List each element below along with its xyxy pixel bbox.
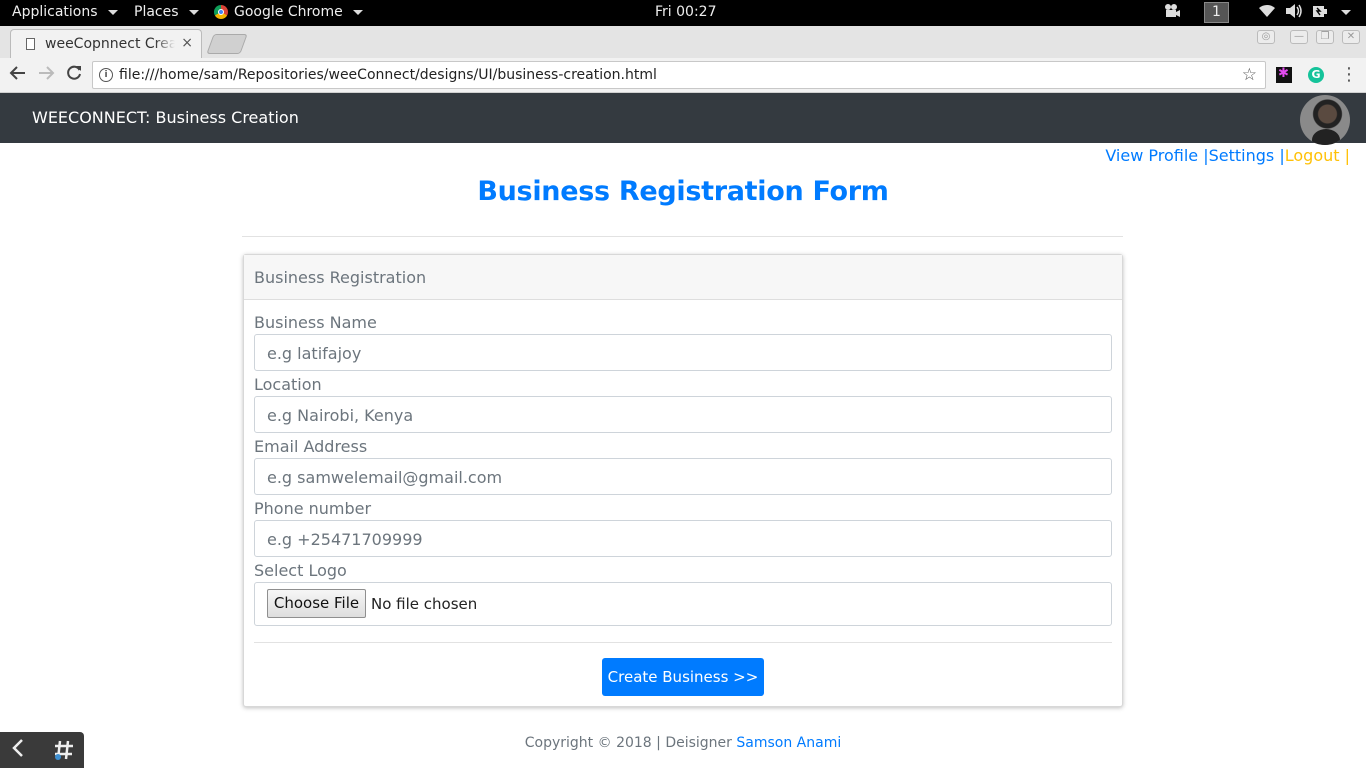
applications-label: Applications — [12, 4, 98, 20]
logo-label: Select Logo — [254, 561, 347, 580]
system-top-bar: Applications Places Google Chrome Fri 00… — [0, 0, 1366, 26]
new-tab-button[interactable] — [206, 34, 248, 54]
tab-close-icon[interactable]: × — [181, 35, 193, 51]
location-placeholder: e.g Nairobi, Kenya — [267, 406, 414, 425]
email-placeholder: e.g samwelemail@gmail.com — [267, 468, 503, 487]
divider — [242, 236, 1123, 237]
logo-file-input: Choose File No file chosen — [254, 582, 1112, 626]
volume-icon[interactable] — [1285, 3, 1303, 19]
navbar-brand[interactable]: WEECONNECT: Business Creation — [32, 108, 299, 127]
dock-panel — [0, 732, 84, 768]
clock-label: Fri 00:27 — [655, 4, 717, 20]
app-navbar: WEECONNECT: Business Creation — [0, 93, 1366, 145]
phone-label: Phone number — [254, 499, 372, 518]
browser-toolbar: i file:///home/sam/Repositories/weeConne… — [0, 58, 1366, 93]
card-header: Business Registration — [244, 255, 1122, 300]
workspace-number: 1 — [1212, 4, 1221, 20]
battery-icon[interactable] — [1312, 3, 1332, 19]
business-name-label: Business Name — [254, 313, 377, 332]
view-profile-link[interactable]: View Profile — [1105, 146, 1198, 165]
applications-menu[interactable]: Applications — [12, 4, 118, 20]
chevron-down-icon — [352, 9, 363, 15]
clock[interactable]: Fri 00:27 — [655, 4, 716, 20]
extension-icon[interactable] — [1276, 66, 1292, 83]
choose-file-button[interactable]: Choose File — [267, 589, 366, 618]
chrome-icon — [214, 5, 228, 19]
footer: Copyright © 2018 | Deisigner Samson Anam… — [0, 735, 1366, 751]
minimize-icon[interactable]: — — [1290, 30, 1308, 44]
link-separator: | — [1274, 146, 1285, 165]
workspace-indicator[interactable]: 1 — [1204, 2, 1229, 23]
chevron-down-icon — [107, 9, 118, 15]
browser-tab-strip: weeCopnnect Creat × ◎ — ❐ ✕ — [0, 26, 1366, 59]
slack-icon[interactable] — [52, 738, 76, 767]
create-business-button[interactable]: Create Business >> — [602, 658, 764, 696]
copyright-text: Copyright © 2018 | Deisigner — [524, 735, 737, 751]
profile-icon[interactable]: ◎ — [1257, 30, 1275, 44]
bookmark-star-icon[interactable]: ☆ — [1242, 65, 1257, 85]
page-title: Business Registration Form — [477, 176, 889, 207]
address-bar[interactable]: i file:///home/sam/Repositories/weeConne… — [92, 61, 1266, 89]
avatar[interactable] — [1300, 95, 1350, 145]
link-separator: | — [1198, 146, 1209, 165]
browser-tab[interactable]: weeCopnnect Creat × — [10, 29, 202, 59]
user-links: View Profile |Settings |Logout | — [1105, 146, 1350, 165]
chevron-left-icon[interactable] — [10, 737, 26, 764]
document-icon — [26, 38, 35, 50]
card-header-title: Business Registration — [254, 268, 427, 287]
business-name-placeholder: e.g latifajoy — [267, 344, 362, 363]
location-label: Location — [254, 375, 322, 394]
author-link[interactable]: Samson Anami — [736, 735, 841, 751]
business-name-input[interactable]: e.g latifajoy — [254, 334, 1112, 371]
more-menu-icon[interactable]: ⋮ — [1340, 65, 1358, 85]
grammarly-icon[interactable]: G — [1308, 67, 1324, 83]
back-arrow-icon[interactable] — [7, 64, 29, 86]
divider — [254, 642, 1112, 643]
phone-input[interactable]: e.g +25471709999 — [254, 520, 1112, 557]
chevron-down-icon — [188, 9, 199, 15]
phone-placeholder: e.g +25471709999 — [267, 530, 423, 549]
active-app-label: Google Chrome — [234, 4, 343, 20]
system-menu-chevron-icon[interactable] — [1341, 10, 1351, 15]
tab-title: weeCopnnect Creat — [45, 36, 175, 52]
wifi-icon[interactable] — [1258, 3, 1276, 19]
registration-card: Business Registration Business Name e.g … — [243, 254, 1123, 707]
email-label: Email Address — [254, 437, 368, 456]
places-menu[interactable]: Places — [134, 4, 199, 20]
info-icon[interactable]: i — [99, 68, 113, 82]
location-input[interactable]: e.g Nairobi, Kenya — [254, 396, 1112, 433]
close-window-icon[interactable]: ✕ — [1342, 30, 1360, 44]
forward-arrow-icon[interactable] — [35, 64, 57, 86]
active-app-menu[interactable]: Google Chrome — [214, 4, 363, 20]
settings-link[interactable]: Settings — [1209, 146, 1275, 165]
logout-link[interactable]: Logout | — [1285, 146, 1350, 165]
places-label: Places — [134, 4, 179, 20]
file-status: No file chosen — [371, 595, 478, 613]
restore-icon[interactable]: ❐ — [1316, 30, 1334, 44]
url-text[interactable]: file:///home/sam/Repositories/weeConnect… — [119, 67, 657, 83]
email-input[interactable]: e.g samwelemail@gmail.com — [254, 458, 1112, 495]
reload-icon[interactable] — [63, 64, 85, 86]
video-camera-icon[interactable] — [1163, 3, 1181, 19]
